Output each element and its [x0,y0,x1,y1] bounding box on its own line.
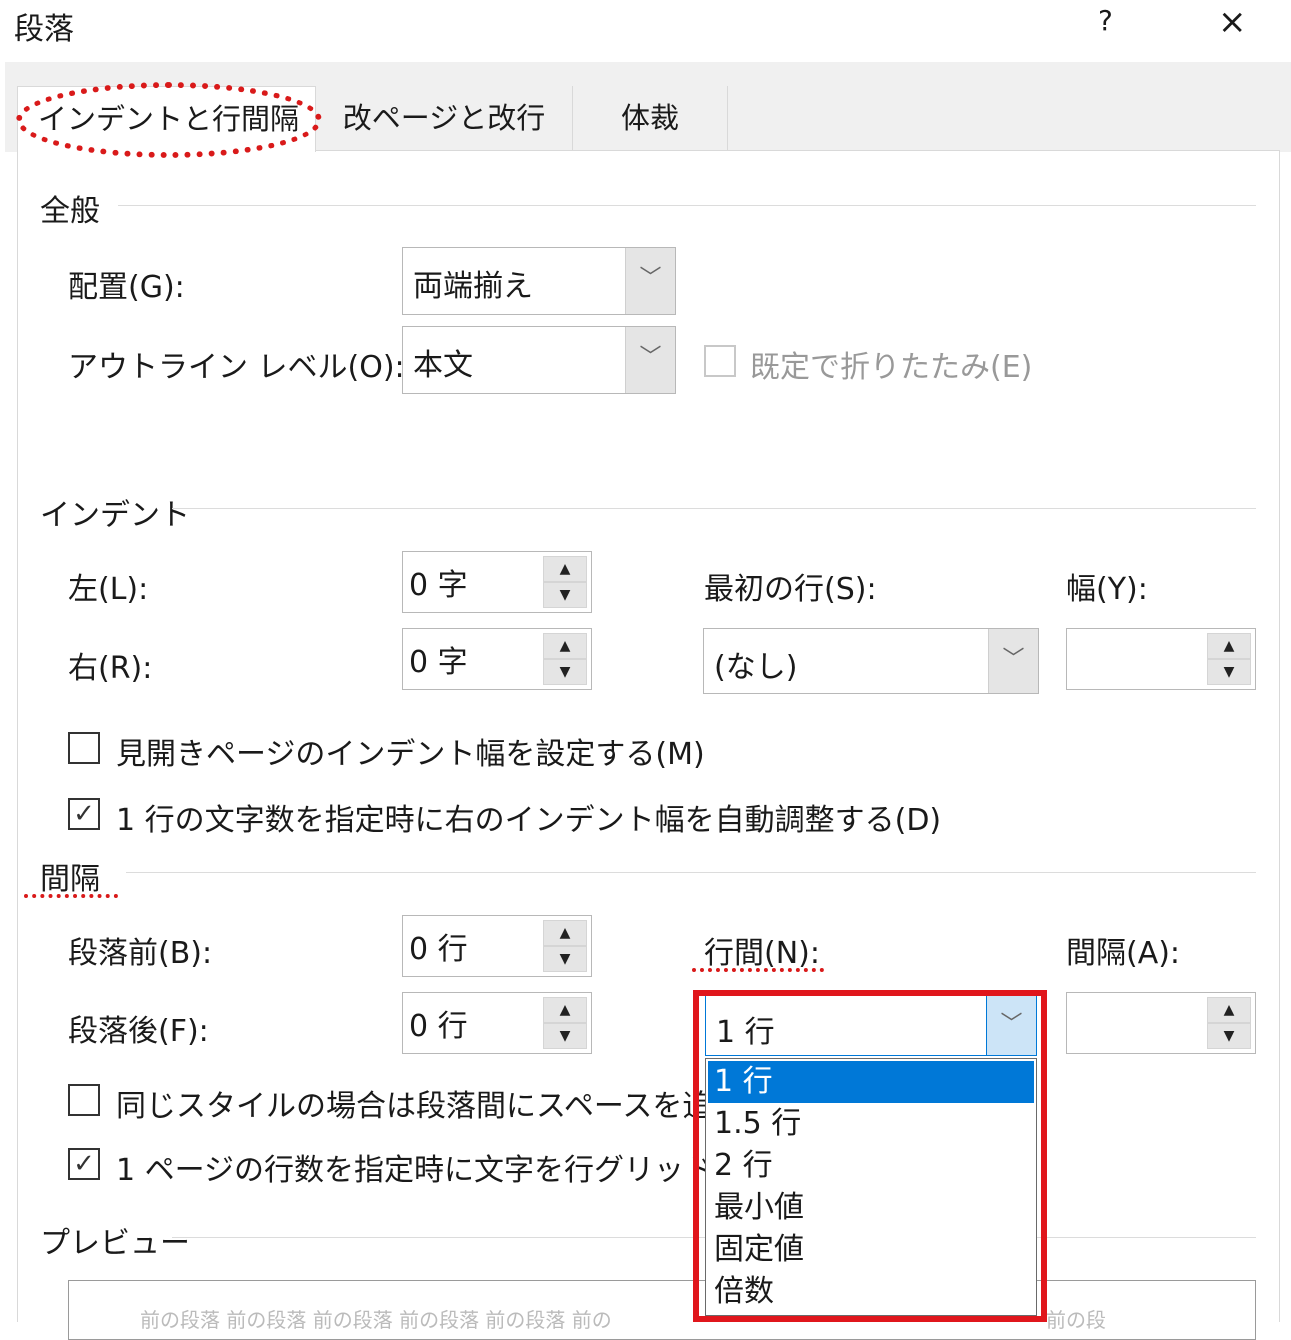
auto-adjust-label: 1 行の文字数を指定時に右のインデント幅を自動調整する(D) [116,803,942,838]
close-icon[interactable]: × [1218,2,1247,42]
spin-down-icon[interactable]: ▼ [543,582,587,608]
collapse-checkbox[interactable] [704,345,736,377]
help-icon[interactable]: ? [1098,4,1113,37]
preview-text: 前の段落 前の段落 前の段落 前の段落 前の段落 前の [140,1308,612,1332]
no-space-same-style-label: 同じスタイルの場合は段落間にスペースを追加 [116,1089,743,1124]
spin-up-icon[interactable]: ▲ [543,556,587,582]
right-indent-value: 0 字 [409,645,468,680]
tab-page-breaks[interactable]: 改ページと改行 [318,86,570,150]
no-space-same-style-checkbox[interactable] [68,1084,100,1116]
collapse-label: 既定で折りたたみ(E) [750,350,1033,385]
alignment-value: 両端揃え [413,269,533,304]
highlight-rectangle [693,990,1047,1322]
chevron-down-icon[interactable]: ﹀ [625,327,675,393]
spin-down-icon[interactable]: ▼ [1207,659,1251,685]
spin-down-icon[interactable]: ▼ [543,946,587,972]
space-before-value: 0 行 [409,932,468,967]
snap-to-grid-checkbox[interactable]: ✓ [68,1148,100,1180]
section-spacing-heading: 間隔 [24,854,118,898]
dialog-title: 段落 [14,12,74,47]
right-indent-spinner[interactable]: 0 字 ▲ ▼ [402,628,592,690]
spin-down-icon[interactable]: ▼ [543,1023,587,1049]
first-line-label: 最初の行(S): [704,572,877,607]
separator [118,205,1256,206]
alignment-label: 配置(G): [68,270,185,305]
spin-up-icon[interactable]: ▲ [1207,633,1251,659]
separator [172,508,1256,509]
spacing-at-label: 間隔(A): [1066,936,1181,971]
outline-level-select[interactable]: 本文 ﹀ [402,326,676,394]
space-after-spinner[interactable]: 0 行 ▲ ▼ [402,992,592,1054]
spacing-at-spinner[interactable]: ▲ ▼ [1066,992,1256,1054]
right-indent-label: 右(R): [68,651,153,686]
spin-up-icon[interactable]: ▲ [1207,997,1251,1023]
section-preview-heading: プレビュー [40,1226,190,1261]
preview-text-right: 前の段 [1046,1308,1106,1332]
spin-up-icon[interactable]: ▲ [543,633,587,659]
section-general-heading: 全般 [40,194,100,229]
separator [126,872,1256,873]
left-indent-value: 0 字 [409,568,468,603]
chevron-down-icon[interactable]: ﹀ [988,629,1038,693]
space-after-label: 段落後(F): [68,1014,209,1049]
tab-asian-typography[interactable]: 体裁 [572,86,728,150]
outline-level-value: 本文 [413,348,473,383]
snap-to-grid-label: 1 ページの行数を指定時に文字を行グリッド線 [116,1153,745,1188]
highlight-circle [16,82,322,158]
space-before-label: 段落前(B): [68,936,213,971]
left-indent-spinner[interactable]: 0 字 ▲ ▼ [402,551,592,613]
left-indent-label: 左(L): [68,572,149,607]
line-spacing-label: 行間(N): [692,928,824,972]
mirror-indents-checkbox[interactable] [68,732,100,764]
auto-adjust-checkbox[interactable]: ✓ [68,798,100,830]
spin-up-icon[interactable]: ▲ [543,920,587,946]
section-indent-heading: インデント [40,498,190,533]
width-label: 幅(Y): [1066,572,1148,607]
first-line-value: (なし) [714,650,798,685]
first-line-select[interactable]: (なし) ﹀ [703,628,1039,694]
chevron-down-icon[interactable]: ﹀ [625,248,675,314]
mirror-indents-label: 見開きページのインデント幅を設定する(M) [116,737,705,772]
alignment-select[interactable]: 両端揃え ﹀ [402,247,676,315]
spin-down-icon[interactable]: ▼ [543,659,587,685]
spin-down-icon[interactable]: ▼ [1207,1023,1251,1049]
space-before-spinner[interactable]: 0 行 ▲ ▼ [402,915,592,977]
width-spinner[interactable]: ▲ ▼ [1066,628,1256,690]
spin-up-icon[interactable]: ▲ [543,997,587,1023]
space-after-value: 0 行 [409,1009,468,1044]
outline-level-label: アウトライン レベル(O): [68,350,405,385]
